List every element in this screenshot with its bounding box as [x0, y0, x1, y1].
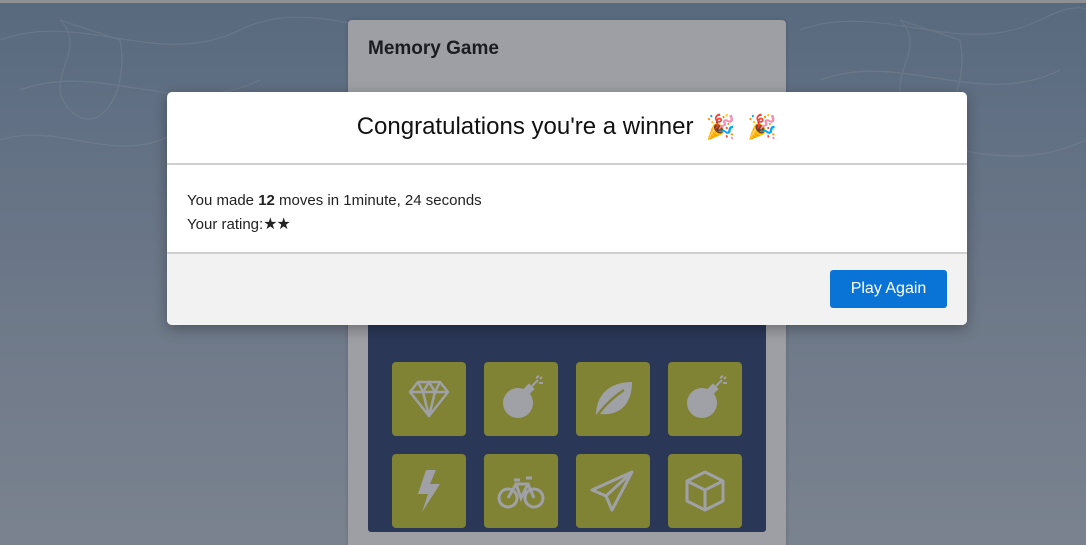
- modal-header: Congratulations you're a winner 🎉 🎉: [167, 92, 967, 165]
- moves-count: 12: [258, 192, 275, 209]
- play-again-button[interactable]: Play Again: [830, 270, 947, 308]
- moves-prefix: You made: [187, 192, 255, 209]
- rating-stars: ★★: [263, 216, 291, 233]
- rating-label: Your rating:: [187, 216, 264, 233]
- modal-title: Congratulations you're a winner 🎉 🎉: [357, 113, 778, 142]
- modal-footer: Play Again: [167, 254, 967, 325]
- party-popper-icon: 🎉: [747, 114, 778, 142]
- moves-suffix: moves in 1minute, 24 seconds: [279, 192, 482, 209]
- rating-line: Your rating:★★: [187, 213, 947, 237]
- modal-title-text: Congratulations you're a winner: [356, 112, 694, 140]
- party-popper-icon: 🎉: [705, 114, 736, 142]
- modal-body: You made 12 moves in 1minute, 24 seconds…: [167, 165, 967, 254]
- winner-modal: Congratulations you're a winner 🎉 🎉 You ma…: [167, 92, 967, 325]
- moves-summary: You made 12 moves in 1minute, 24 seconds: [187, 189, 947, 213]
